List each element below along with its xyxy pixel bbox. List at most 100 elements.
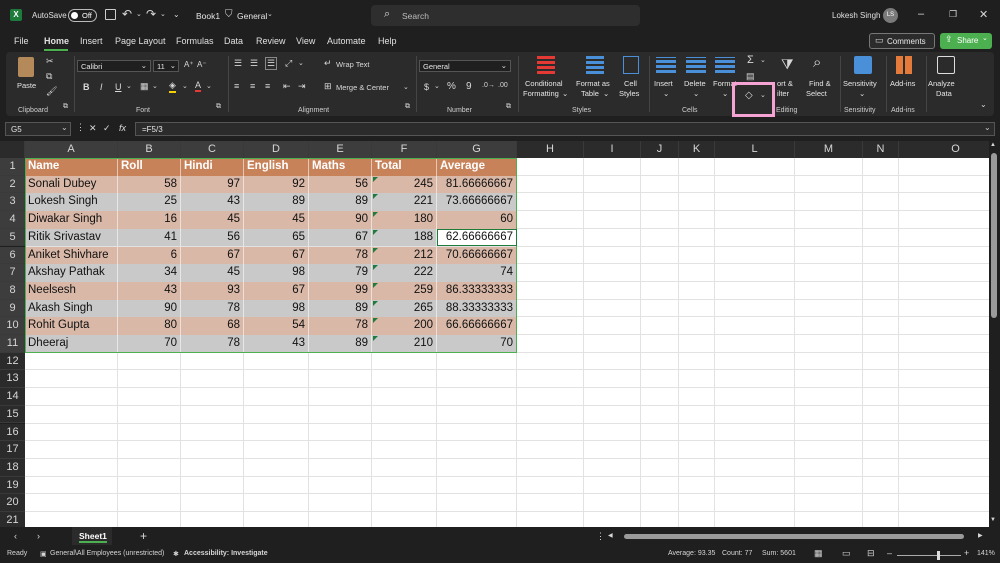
table-cell[interactable]: 222 [372,264,437,282]
row-header-14[interactable]: 14 [0,388,25,406]
table-cell[interactable]: 78 [181,335,244,353]
enter-icon[interactable]: ✓ [103,123,111,134]
table-cell[interactable]: 70.66666667 [437,246,517,265]
italic-button[interactable]: I [100,82,103,92]
sort-filter-button[interactable]: ⧩ ort & ilter [775,54,805,100]
format-as-table-button[interactable]: Format as Table ⌄ [572,54,616,100]
align-middle-icon[interactable]: ☰ [250,58,258,69]
table-cell[interactable]: 43 [244,335,309,353]
avatar[interactable]: LS [883,8,898,23]
column-header-a[interactable]: A [25,141,118,158]
table-cell[interactable]: Sonali Dubey [25,175,118,194]
undo-dropdown-icon[interactable]: ⌄ [136,10,142,18]
row-header-16[interactable]: 16 [0,423,25,442]
column-header-h[interactable]: H [517,141,584,158]
table-cell[interactable]: 54 [244,317,309,335]
table-cell[interactable]: Akshay Pathak [25,264,118,282]
decrease-decimal-icon[interactable]: .00 [498,82,508,89]
status-sum[interactable]: Sum: 5601 [762,550,796,557]
row-header-18[interactable]: 18 [0,458,25,477]
tab-help[interactable]: Help [378,36,397,46]
error-indicator-icon[interactable] [373,336,378,341]
error-indicator-icon[interactable] [373,176,378,182]
table-cell[interactable]: 265 [372,299,437,318]
table-cell[interactable]: 67 [181,246,244,265]
table-cell[interactable]: Rohit Gupta [25,317,118,335]
font-launcher-icon[interactable]: ⧉ [216,103,221,111]
row-header-3[interactable]: 3 [0,193,25,212]
fill-dropdown-icon[interactable]: ⌄ [182,82,188,90]
zoom-slider[interactable] [897,551,961,560]
table-cell[interactable]: 43 [181,193,244,212]
table-cell[interactable]: 98 [244,299,309,318]
tab-page-layout[interactable]: Page Layout [115,36,166,46]
insert-function-icon[interactable]: fx [119,123,126,133]
currency-button[interactable]: $ [424,82,429,92]
wrap-text-icon[interactable]: ↵ [324,58,332,69]
table-cell[interactable]: 90 [309,211,372,229]
wrap-text-button[interactable]: Wrap Text [336,60,370,69]
find-select-button[interactable]: ⌕ Find & Select [803,54,839,100]
number-launcher-icon[interactable]: ⧉ [506,103,511,111]
row-header-13[interactable]: 13 [0,370,25,389]
table-header-cell[interactable]: Name [25,158,118,176]
customize-toolbar-icon[interactable]: ⌄ [173,10,180,19]
restore-icon[interactable]: ❐ [949,9,957,20]
scroll-right-icon[interactable]: ▶ [978,532,983,539]
table-cell[interactable]: 67 [244,246,309,265]
table-cell[interactable]: 259 [372,281,437,300]
comments-button[interactable]: ▭ Comments [869,33,935,49]
borders-icon[interactable]: ▦ [140,81,149,92]
table-cell[interactable]: 65 [244,228,309,247]
table-cell[interactable]: 70 [437,335,517,353]
horizontal-scrollbar[interactable]: ◀ ▶ [608,532,988,540]
table-cell[interactable]: 98 [244,264,309,282]
user-name[interactable]: Lokesh Singh [832,11,880,20]
table-cell[interactable]: Ritik Srivastav [25,228,118,247]
scroll-left-icon[interactable]: ◀ [608,532,613,539]
copy-icon[interactable]: ⧉ [46,71,52,82]
align-bottom-icon[interactable]: ☰ [265,57,278,70]
currency-dropdown-icon[interactable]: ⌄ [434,82,440,90]
formula-input[interactable]: =F5/3 ⌄ [135,122,995,136]
table-cell[interactable]: 45 [244,211,309,229]
column-header-f[interactable]: F [372,141,437,158]
chevron-down-icon[interactable]: ⌄ [267,10,273,18]
align-right-icon[interactable]: ≡ [265,81,270,91]
tab-data[interactable]: Data [224,36,243,46]
merge-icon[interactable]: ⊞ [324,81,332,92]
table-cell[interactable]: 210 [372,335,437,353]
error-indicator-icon[interactable] [373,212,378,218]
search-box[interactable]: ⌕ Search [371,5,640,26]
cancel-icon[interactable]: ✕ [89,123,97,134]
accessibility-status[interactable]: Accessibility: Investigate [184,550,268,557]
autosum-icon[interactable]: Σ [747,54,754,66]
column-header-j[interactable]: J [641,141,679,158]
column-header-c[interactable]: C [181,141,244,158]
fill-icon[interactable]: ▤ [746,71,755,82]
zoom-level[interactable]: 141% [977,550,995,557]
borders-dropdown-icon[interactable]: ⌄ [152,82,158,90]
prev-sheet-icon[interactable]: ‹ [14,531,17,541]
kebab-icon[interactable]: ⋮ [596,531,605,542]
table-cell[interactable]: 70 [118,335,181,353]
scroll-down-icon[interactable]: ▼ [990,517,996,523]
underline-button[interactable]: U [115,82,122,92]
table-cell[interactable]: 180 [372,211,437,229]
table-cell[interactable]: 89 [244,193,309,212]
expand-formula-icon[interactable]: ⌄ [984,123,991,132]
sensitivity-button[interactable]: Sensitivity ⌄ [843,54,883,100]
sensitivity-label[interactable]: General [237,11,267,21]
cell-styles-button[interactable]: Cell Styles [616,54,646,100]
error-indicator-icon[interactable] [373,265,378,271]
delete-cells-button[interactable]: Delete ⌄ [682,54,710,100]
table-cell[interactable]: 60 [437,211,517,229]
autosum-dropdown-icon[interactable]: ⌄ [760,56,766,64]
tab-home[interactable]: Home [44,36,69,46]
add-sheet-button[interactable]: + [140,529,147,543]
autosave-toggle[interactable]: Off [68,9,97,22]
row-header-6[interactable]: 6 [0,246,25,265]
normal-view-icon[interactable]: ▦ [814,548,823,559]
tab-review[interactable]: Review [256,36,286,46]
row-header-4[interactable]: 4 [0,211,25,229]
